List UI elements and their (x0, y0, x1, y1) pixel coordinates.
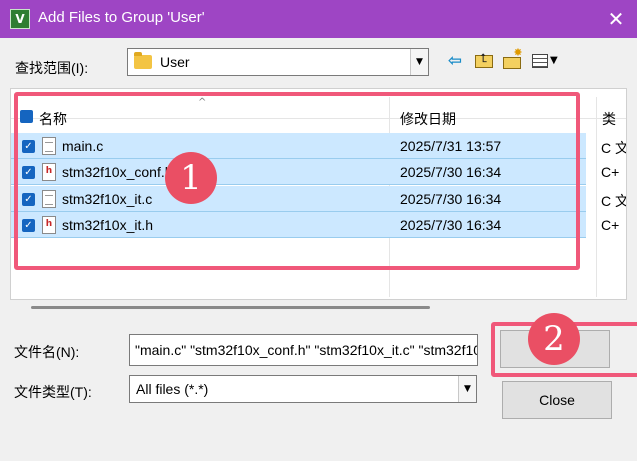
look-in-combo[interactable]: User ▼ (127, 48, 429, 76)
column-divider[interactable] (596, 97, 597, 297)
file-type: C 文 (601, 140, 627, 156)
title-bar: V Add Files to Group 'User' ✕ (0, 0, 637, 38)
back-icon[interactable]: ⇦ (443, 50, 467, 72)
column-type[interactable]: 类 (602, 109, 616, 129)
chevron-down-icon[interactable]: ▼ (458, 376, 476, 402)
new-folder-icon[interactable]: ✸ (500, 47, 524, 72)
filename-field[interactable]: "main.c" "stm32f10x_conf.h" "stm32f10x_i… (129, 334, 478, 366)
file-type: C 文 (601, 193, 627, 209)
close-icon[interactable]: ✕ (603, 6, 629, 32)
folder-icon (134, 52, 152, 69)
filename-value: "main.c" "stm32f10x_conf.h" "stm32f10x_i… (135, 342, 477, 358)
filetype-value: All files (*.*) (136, 381, 209, 397)
window-title: Add Files to Group 'User' (38, 9, 205, 26)
filetype-label: 文件类型(T): (14, 384, 92, 400)
annotation-highlight-file-list (14, 92, 580, 270)
close-button[interactable]: Close (502, 381, 612, 419)
up-folder-icon[interactable]: ⮤ (472, 50, 496, 72)
chevron-down-icon[interactable]: ▼ (410, 49, 428, 75)
file-type: C+ (601, 164, 620, 180)
look-in-value: User (160, 54, 190, 70)
annotation-marker-2: 2 (528, 313, 580, 365)
look-in-label: 查找范围(I): (15, 60, 89, 76)
app-icon: V (10, 9, 30, 29)
horizontal-scrollbar[interactable] (31, 306, 430, 309)
file-type: C+ (601, 217, 620, 233)
filename-label: 文件名(N): (14, 344, 80, 360)
annotation-marker-1: 1 (165, 152, 217, 204)
filetype-select[interactable]: All files (*.*) ▼ (129, 375, 477, 403)
view-menu-icon[interactable]: ▼ (530, 50, 560, 72)
